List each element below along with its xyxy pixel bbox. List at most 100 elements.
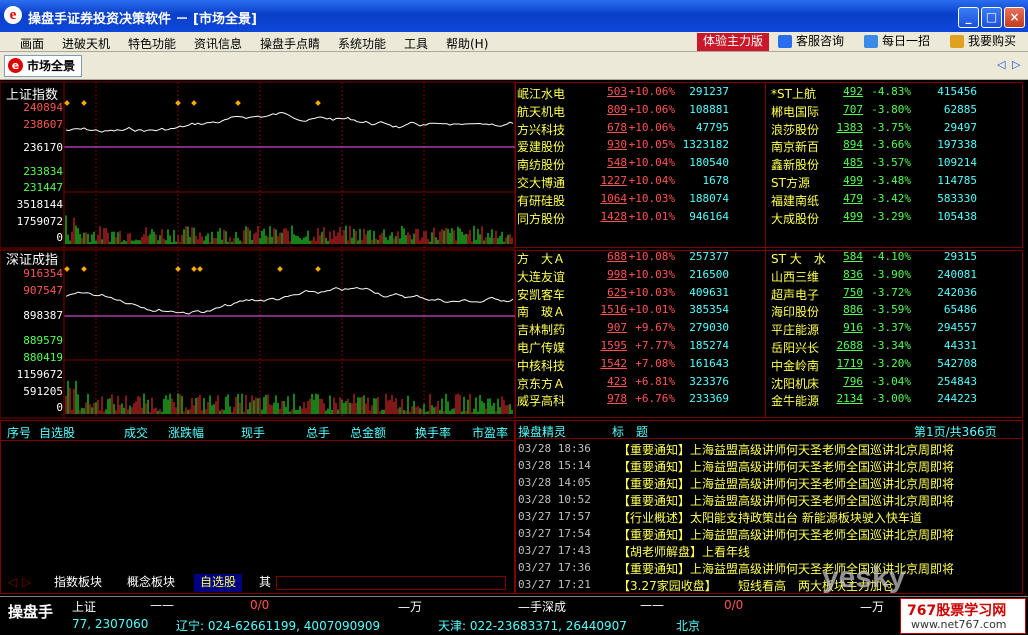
news-item[interactable]: 03/28 10:52 【重要通知】 上海益盟高级讲师何天圣老师全国巡讲北京周即将 [517,492,1022,509]
ranking-row[interactable]: 鑫新股份 485 -3.57% 109214 [771,154,1019,172]
stock-name: 郴电国际 [771,104,820,119]
ranking-row[interactable]: 福建南纸 479 -3.42% 583330 [771,190,1019,208]
menu-item-tools[interactable]: 工具 [404,35,428,52]
stock-name: 中核科技 [517,358,566,373]
ranking-row[interactable]: 威孚高科 978 +6.76% 233369 [517,390,765,408]
tab-bar: e 市场全景 ◁ ▷ [0,52,1028,80]
customer-service-button[interactable]: 客服咨询 [776,33,844,51]
stock-change: -3.57% [871,156,911,170]
news-item[interactable]: 03/28 15:14 【重要通知】 上海益盟高级讲师何天圣老师全国巡讲北京周即将 [517,458,1022,475]
news-time: 03/27 17:43 [518,544,591,557]
tab-index-sector[interactable]: 指数板块 [54,574,102,592]
tab-watchlist[interactable]: 自选股 [194,574,243,592]
news-item[interactable]: 03/27 17:43 【胡老师解盘】 上看年线 [517,543,1022,560]
maximize-button[interactable]: □ [981,7,1002,28]
status-market2-ratio: 0/0 [724,598,744,612]
tab-prev-icon[interactable]: ◁ [997,58,1005,71]
col-header-turnover[interactable]: 换手率 [415,424,451,441]
menu-item-help[interactable]: 帮助(H) [446,35,488,52]
ranking-row[interactable]: 海印股份 886 -3.59% 65486 [771,301,1019,319]
ranking-row[interactable]: 沈阳机床 796 -3.04% 254843 [771,373,1019,391]
ranking-row[interactable]: 爱建股份 930 +10.05% 1323182 [517,136,765,154]
col-header-hand[interactable]: 现手 [241,424,265,441]
ranking-row[interactable]: ST方源 499 -3.48% 114785 [771,172,1019,190]
scroll-left-icon[interactable]: ◁ [8,574,17,592]
ranking-row[interactable]: 方 大Ａ 688 +10.08% 257377 [517,248,765,266]
news-item[interactable]: 03/28 18:36 【重要通知】 上海益盟高级讲师何天圣老师全国巡讲北京周即将 [517,441,1022,458]
news-item[interactable]: 03/27 17:57 【行业概述】 太阳能支持政策出台 新能源板块驶入快车道 [517,509,1022,526]
ranking-row[interactable]: 南 玻Ａ 1516 +10.01% 385354 [517,301,765,319]
scroll-right-icon[interactable]: ▷ [22,574,31,592]
menu-item-info[interactable]: 资讯信息 [194,35,242,52]
signal-dot [315,100,321,106]
status-bar: 操盘手 上证 —— 0/0 —万 —手深成 —— 0/0 —万 77, 2307… [0,561,1028,635]
news-item[interactable]: 03/27 17:21 【3.27家园收盘】 短线看高 两大板块主力加仓 [517,577,1022,594]
col-header-amount[interactable]: 总金额 [350,424,386,441]
ranking-row[interactable]: 同方股份 1428 +10.01% 946164 [517,208,765,226]
col-header-index[interactable]: 序号 [7,424,31,441]
ranking-row[interactable]: 山西三维 836 -3.90% 240081 [771,266,1019,284]
horizontal-scrollbar[interactable] [276,576,506,590]
ranking-row[interactable]: 超声电子 750 -3.72% 242036 [771,284,1019,302]
menu-item-features[interactable]: 特色功能 [128,35,176,52]
panel1-volume-bars [65,215,513,244]
ranking-row[interactable]: 大成股份 499 -3.29% 105438 [771,208,1019,226]
news-item[interactable]: 03/28 14:05 【重要通知】 上海益盟高级讲师何天圣老师全国巡讲北京周即将 [517,475,1022,492]
ranking-row[interactable]: 郴电国际 707 -3.80% 62885 [771,101,1019,119]
stock-name: 安凯客车 [517,287,566,302]
menu-item-screen[interactable]: 画面 [20,35,44,52]
stock-change: -3.66% [871,138,911,152]
menu-item-dianjing[interactable]: 操盘手点睛 [260,35,320,52]
ranking-row[interactable]: 平庄能源 916 -3.37% 294557 [771,319,1019,337]
daily-tip-button[interactable]: 每日一招 [862,33,930,51]
menu-item-tianji[interactable]: 进破天机 [62,35,110,52]
ranking-row[interactable]: 方兴科技 678 +10.06% 47795 [517,119,765,137]
news-text: 上海益盟高级讲师何天圣老师全国巡讲北京周即将 [690,477,955,491]
stock-volume: 47795 [695,120,729,134]
panel2-index-name[interactable]: 深证成指 [6,249,58,268]
col-header-stock[interactable]: 自选股 [39,424,75,441]
ranking-row[interactable]: 安凯客车 625 +10.03% 409631 [517,284,765,302]
col-header-change[interactable]: 涨跌幅 [168,424,204,441]
ranking-row[interactable]: 浪莎股份 1383 -3.75% 29497 [771,119,1019,137]
stock-change: -4.10% [871,250,911,263]
ranking-row[interactable]: 南京新百 894 -3.66% 197338 [771,136,1019,154]
close-button[interactable]: × [1004,7,1025,28]
ranking-row[interactable]: ST 大 水 584 -4.10% 29315 [771,248,1019,266]
col-header-pe[interactable]: 市盈率 [472,424,508,441]
tab-concept-sector[interactable]: 概念板块 [127,574,175,592]
trial-version-button[interactable]: 体验主力版 [697,33,769,51]
news-text: 上海益盟高级讲师何天圣老师全国巡讲北京周即将 [690,443,955,457]
stock-volume: 29315 [943,250,977,263]
minimize-button[interactable]: _ [958,7,979,28]
ranking-row[interactable]: 金牛能源 2134 -3.00% 244223 [771,390,1019,408]
p1-tick-4: 233834 [23,165,63,178]
tab-other[interactable]: 其 [259,574,271,592]
menu-item-system[interactable]: 系统功能 [338,35,386,52]
col-header-total[interactable]: 总手 [306,424,330,441]
news-item[interactable]: 03/27 17:36 【重要通知】 上海益盟高级讲师何天圣老师全国巡讲北京周即将 [517,560,1022,577]
ranking-row[interactable]: 航天机电 809 +10.06% 108881 [517,101,765,119]
ranking-row[interactable]: 岷江水电 503 +10.06% 291237 [517,83,765,101]
stock-change: -3.29% [871,209,911,223]
tab-next-icon[interactable]: ▷ [1012,58,1020,71]
tab-market-overview[interactable]: e 市场全景 [4,55,82,77]
ranking-row[interactable]: 电广传媒 1595 +7.77% 185274 [517,337,765,355]
ranking-row[interactable]: 大连友谊 998 +10.03% 216500 [517,266,765,284]
stock-name: 南纺股份 [517,158,566,173]
ranking-row[interactable]: 岳阳兴长 2688 -3.34% 44331 [771,337,1019,355]
ranking-row[interactable]: 南纺股份 548 +10.04% 180540 [517,154,765,172]
news-item[interactable]: 03/27 17:54 【重要通知】 上海益盟高级讲师何天圣老师全国巡讲北京周即将 [517,526,1022,543]
ranking-row[interactable]: *ST上航 492 -4.83% 415456 [771,83,1019,101]
ranking-row[interactable]: 中金岭南 1719 -3.20% 542708 [771,355,1019,373]
stock-volume: 323376 [689,374,729,388]
buy-button[interactable]: 我要购买 [948,33,1016,51]
stock-volume: 29497 [943,120,977,134]
col-header-price[interactable]: 成交 [124,424,148,441]
ranking-row[interactable]: 京东方Ａ 423 +6.81% 323376 [517,373,765,391]
ranking-row[interactable]: 交大博通 1227 +10.04% 1678 [517,172,765,190]
ranking-row[interactable]: 有研硅股 1064 +10.03% 188074 [517,190,765,208]
ranking-row[interactable]: 中核科技 1542 +7.08% 161643 [517,355,765,373]
p2-tick-1: 916354 [23,267,63,280]
ranking-row[interactable]: 吉林制药 907 +9.67% 279030 [517,319,765,337]
